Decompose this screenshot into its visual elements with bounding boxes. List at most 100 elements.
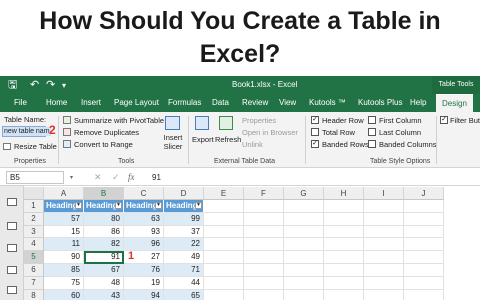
table-cell[interactable]: 93 (124, 225, 164, 239)
tab-insert[interactable]: Insert (81, 94, 101, 112)
tab-kutools[interactable]: Kutools ™ (309, 94, 346, 112)
column-list-icon[interactable] (7, 266, 17, 274)
filter-button-checkbox[interactable]: ✓ (440, 116, 448, 124)
tab-formulas[interactable]: Formulas (168, 94, 201, 112)
tab-design[interactable]: Design (436, 94, 473, 112)
empty-cell[interactable] (324, 225, 364, 239)
table-cell[interactable]: 82 (84, 238, 124, 252)
remove-duplicates-button[interactable]: Remove Duplicates (74, 128, 139, 137)
column-header-c[interactable]: C (124, 187, 164, 200)
table-cell[interactable]: 22 (164, 238, 204, 252)
tab-help[interactable]: Help (410, 94, 426, 112)
empty-cell[interactable] (204, 212, 244, 226)
table-cell[interactable]: 63 (124, 212, 164, 226)
column-header-i[interactable]: I (364, 187, 404, 200)
empty-cell[interactable] (204, 238, 244, 252)
empty-cell[interactable] (364, 264, 404, 277)
table-cell[interactable]: 44 (164, 276, 204, 290)
empty-cell[interactable] (364, 289, 404, 300)
table-cell[interactable]: 37 (164, 225, 204, 239)
table-cell[interactable]: 76 (124, 264, 164, 277)
column-header-d[interactable]: D (164, 187, 204, 200)
table-cell[interactable]: 67 (84, 264, 124, 277)
tab-data[interactable]: Data (212, 94, 229, 112)
insert-slicer-button[interactable]: Insert Slicer (163, 133, 183, 151)
header-row-checkbox[interactable]: ✓ (311, 116, 319, 124)
table-name-input[interactable]: new table nam (2, 126, 51, 137)
empty-cell[interactable] (404, 276, 444, 290)
name-box[interactable]: B5 (6, 171, 64, 184)
empty-cell[interactable] (284, 289, 324, 300)
row-header-4[interactable]: 4 (24, 238, 44, 252)
last-column-checkbox[interactable] (368, 128, 376, 136)
table-cell[interactable]: 57 (44, 212, 84, 226)
row-header-7[interactable]: 7 (24, 276, 44, 290)
table-cell[interactable]: 15 (44, 225, 84, 239)
empty-cell[interactable] (204, 251, 244, 264)
customize-toolbar-icon[interactable]: ▾ (62, 79, 66, 93)
select-all-corner[interactable] (24, 187, 44, 200)
empty-cell[interactable] (324, 212, 364, 226)
table-header-cell[interactable]: Heading ▼ (44, 200, 84, 213)
empty-cell[interactable] (404, 200, 444, 213)
filter-dropdown-icon[interactable]: ▼ (195, 202, 202, 209)
formula-input[interactable]: 91 (152, 173, 161, 182)
table-cell[interactable]: 86 (84, 225, 124, 239)
empty-cell[interactable] (284, 238, 324, 252)
name-box-dropdown-icon[interactable]: ▾ (70, 174, 73, 181)
empty-cell[interactable] (244, 289, 284, 300)
empty-cell[interactable] (204, 289, 244, 300)
column-header-b[interactable]: B (84, 187, 124, 200)
row-header-1[interactable]: 1 (24, 200, 44, 213)
row-header-3[interactable]: 3 (24, 225, 44, 239)
tab-review[interactable]: Review (242, 94, 268, 112)
empty-cell[interactable] (244, 264, 284, 277)
cancel-icon[interactable]: ✕ (94, 172, 102, 183)
undo-icon[interactable]: ↶ (30, 78, 39, 92)
row-header-8[interactable]: 8 (24, 289, 44, 300)
empty-cell[interactable] (284, 212, 324, 226)
resize-table-button[interactable]: Resize Table (14, 142, 57, 151)
column-header-e[interactable]: E (204, 187, 244, 200)
export-button[interactable]: Export (192, 135, 214, 144)
spreadsheet-grid[interactable]: A B C D E F G H I J 1 Heading ▼ Heading ▼ Heading ▼ Headi… (24, 187, 480, 300)
table-cell[interactable]: 85 (44, 264, 84, 277)
column-header-h[interactable]: H (324, 187, 364, 200)
empty-cell[interactable] (204, 225, 244, 239)
empty-cell[interactable] (404, 264, 444, 277)
redo-icon[interactable]: ↷ (46, 78, 55, 92)
empty-cell[interactable] (404, 238, 444, 252)
empty-cell[interactable] (284, 200, 324, 213)
table-header-cell[interactable]: Heading ▼ (124, 200, 164, 213)
enter-icon[interactable]: ✓ (112, 172, 120, 183)
find-replace-icon[interactable] (7, 286, 17, 294)
tab-kutools-plus[interactable]: Kutools Plus (358, 94, 402, 112)
table-header-cell[interactable]: Heading ▼ (164, 200, 204, 213)
first-column-checkbox[interactable] (368, 116, 376, 124)
total-row-checkbox[interactable] (311, 128, 319, 136)
insert-function-icon[interactable]: fx (128, 172, 135, 182)
name-manager-icon[interactable] (7, 244, 17, 252)
column-header-g[interactable]: G (284, 187, 324, 200)
empty-cell[interactable] (204, 200, 244, 213)
table-cell[interactable]: 80 (84, 212, 124, 226)
empty-cell[interactable] (364, 225, 404, 239)
table-cell[interactable]: 11 (44, 238, 84, 252)
refresh-button[interactable]: Refresh (215, 135, 241, 144)
empty-cell[interactable] (324, 289, 364, 300)
table-cell[interactable]: 49 (164, 251, 204, 264)
active-cell[interactable]: 91 (84, 251, 124, 264)
convert-to-range-button[interactable]: Convert to Range (74, 140, 133, 149)
properties-button[interactable]: Properties (242, 116, 276, 125)
empty-cell[interactable] (324, 200, 364, 213)
empty-cell[interactable] (364, 251, 404, 264)
empty-cell[interactable] (244, 251, 284, 264)
table-cell[interactable]: 94 (124, 289, 164, 300)
tab-file[interactable]: File (14, 94, 27, 112)
column-header-a[interactable]: A (44, 187, 84, 200)
table-cell[interactable]: 60 (44, 289, 84, 300)
workbook-sheets-icon[interactable] (7, 198, 17, 206)
empty-cell[interactable] (364, 276, 404, 290)
save-icon[interactable]: 🖫 (8, 78, 17, 92)
filter-dropdown-icon[interactable]: ▼ (115, 202, 122, 209)
